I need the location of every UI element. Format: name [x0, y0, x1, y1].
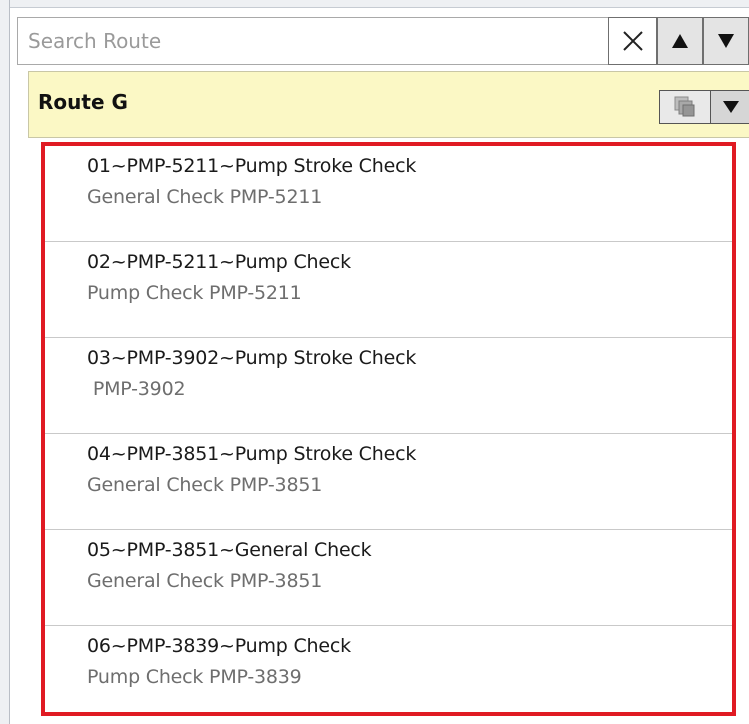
list-item[interactable]: 05~PMP-3851~General Check General Check … — [45, 530, 732, 626]
list-item-title: 05~PMP-3851~General Check — [87, 539, 372, 561]
list-item-subtitle: General Check PMP-5211 — [87, 186, 323, 208]
arrow-up-icon — [672, 34, 688, 48]
copy-icon — [674, 96, 695, 117]
route-title: Route G — [38, 90, 128, 114]
list-item[interactable]: 01~PMP-5211~Pump Stroke Check General Ch… — [45, 146, 732, 242]
list-item-title: 02~PMP-5211~Pump Check — [87, 251, 351, 273]
next-button[interactable] — [703, 17, 749, 65]
list-item-subtitle: PMP-3902 — [87, 378, 186, 400]
list-item-title: 03~PMP-3902~Pump Stroke Check — [87, 347, 417, 369]
route-panel: Route G 01~PMP-5211~Pump Stroke Check Ge… — [0, 0, 749, 724]
top-edge — [0, 0, 749, 8]
list-item-title: 01~PMP-5211~Pump Stroke Check — [87, 155, 417, 177]
list-item-title: 06~PMP-3839~Pump Check — [87, 635, 351, 657]
chevron-down-icon — [722, 101, 739, 113]
previous-button[interactable] — [657, 17, 703, 65]
list-item-subtitle: General Check PMP-3851 — [87, 570, 323, 592]
list-item-title: 04~PMP-3851~Pump Stroke Check — [87, 443, 417, 465]
close-icon — [622, 31, 643, 51]
list-item[interactable]: 06~PMP-3839~Pump Check Pump Check PMP-38… — [45, 626, 732, 712]
left-edge — [0, 0, 10, 724]
list-item-subtitle: General Check PMP-3851 — [87, 474, 323, 496]
list-item-subtitle: Pump Check PMP-5211 — [87, 282, 302, 304]
list-item[interactable]: 02~PMP-5211~Pump Check Pump Check PMP-52… — [45, 242, 732, 338]
list-item-subtitle: Pump Check PMP-3839 — [87, 666, 302, 688]
clear-search-button[interactable] — [608, 17, 657, 65]
list-item[interactable]: 04~PMP-3851~Pump Stroke Check General Ch… — [45, 434, 732, 530]
arrow-down-icon — [718, 34, 734, 48]
route-header[interactable]: Route G — [28, 71, 749, 138]
route-menu-button[interactable] — [710, 90, 749, 124]
search-route-input[interactable] — [17, 17, 609, 65]
route-step-list: 01~PMP-5211~Pump Stroke Check General Ch… — [41, 142, 736, 716]
list-item[interactable]: 03~PMP-3902~Pump Stroke Check PMP-3902 — [45, 338, 732, 434]
copy-route-button[interactable] — [659, 90, 711, 124]
